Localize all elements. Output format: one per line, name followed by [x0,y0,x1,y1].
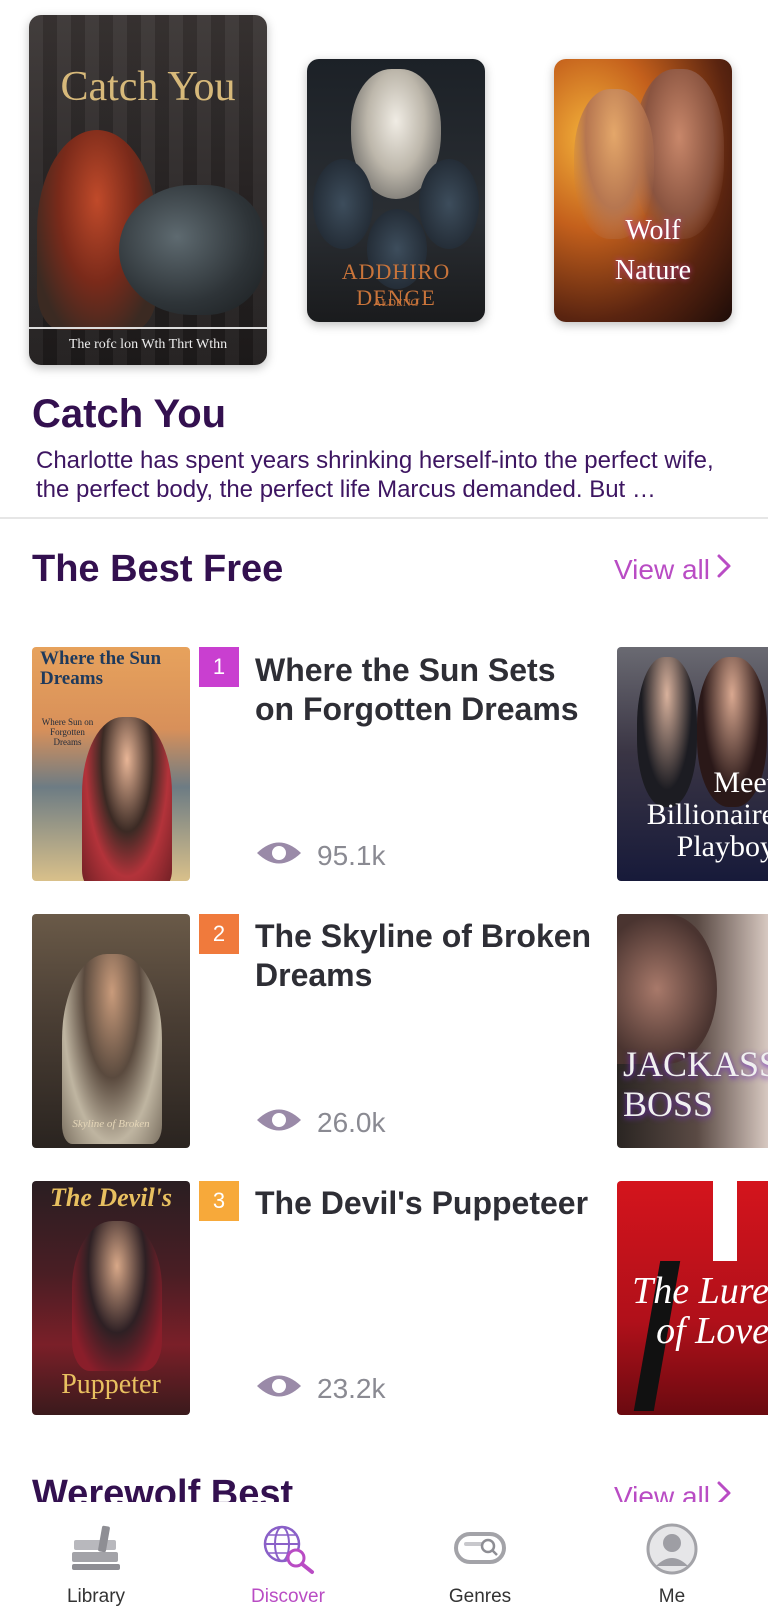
cover-text: Where the Sun Dreams [40,648,162,689]
nav-item-me[interactable]: Me [576,1502,768,1620]
book-title[interactable]: The Devil's Puppeteer [255,1184,595,1223]
nav-label: Genres [448,1586,512,1607]
cover-title: Catch You [60,64,236,110]
book-cover[interactable]: Where the Sun Dreams Where Sun on Forgot… [32,647,190,881]
eye-icon [255,838,303,875]
genres-icon [450,1522,510,1576]
eye-icon [255,1105,303,1142]
cover-subtext: Puppeter [61,1369,161,1400]
nav-item-library[interactable]: Library [0,1502,192,1620]
side-book-cover[interactable]: The Lure of Love [617,1181,768,1415]
view-count: 23.2k [255,1369,386,1409]
book-title[interactable]: The Skyline of Broken Dreams [255,917,595,995]
cover-subtext: Where Sun on Forgotten Dreams [41,717,94,747]
featured-title[interactable]: Catch You [32,392,226,437]
view-count-value: 26.0k [317,1107,386,1138]
nav-label: Library [66,1586,126,1607]
carousel-cover-wolf-nature[interactable]: Wolf Nature [554,59,732,322]
bottom-nav: Library Discover Genres Me [0,1502,768,1620]
carousel-cover-catch-you[interactable]: Catch You The rofc lon Wth Thrt Wthn [29,15,267,365]
side-book-cover[interactable]: JACKASS BOSS [617,914,768,1148]
me-icon [642,1522,702,1576]
section-divider [0,517,768,519]
cover-subtitle: The rofc lon Wth Thrt Wthn [68,337,228,352]
cover-text: The Devil's [49,1183,173,1212]
nav-label: Me [658,1586,686,1607]
book-cover[interactable]: The Devil's Puppeter [32,1181,190,1415]
view-count-value: 95.1k [317,840,386,871]
view-count: 26.0k [255,1103,386,1143]
rank-badge: 1 [199,647,239,687]
featured-description: Charlotte has spent years shrinking hers… [36,447,714,503]
cover-text: The Lure of Love [632,1270,768,1352]
side-book-cover[interactable]: Meet Billionaire Playboy [617,647,768,881]
nav-label: Discover [251,1586,325,1607]
chevron-right-icon [716,553,732,586]
nav-item-genres[interactable]: Genres [384,1502,576,1620]
cover-title: Wolf Nature [614,215,692,286]
book-title[interactable]: Where the Sun Sets on Forgotten Dreams [255,651,595,729]
rank-badge: 3 [199,1181,239,1221]
discover-icon [258,1522,318,1576]
view-count-value: 23.2k [317,1373,386,1404]
cover-subtitle: ALDENG [373,297,419,309]
view-all-label: View all [614,554,710,585]
cover-text: Meet Billionaire Playboy [646,766,768,863]
rank-badge: 2 [199,914,239,954]
eye-icon [255,1371,303,1408]
carousel-cover-adhiro[interactable]: ADDHIRO DENGE ALDENG [307,59,485,322]
cover-text: Skyline of Broken [72,1118,150,1130]
book-cover[interactable]: Skyline of Broken [32,914,190,1148]
view-count: 95.1k [255,836,386,876]
view-all-best-free[interactable]: View all [614,553,732,586]
nav-item-discover[interactable]: Discover [192,1502,384,1620]
library-icon [66,1522,126,1576]
cover-text: JACKASS BOSS [623,1044,768,1124]
section-title-best-free: The Best Free [32,548,284,590]
